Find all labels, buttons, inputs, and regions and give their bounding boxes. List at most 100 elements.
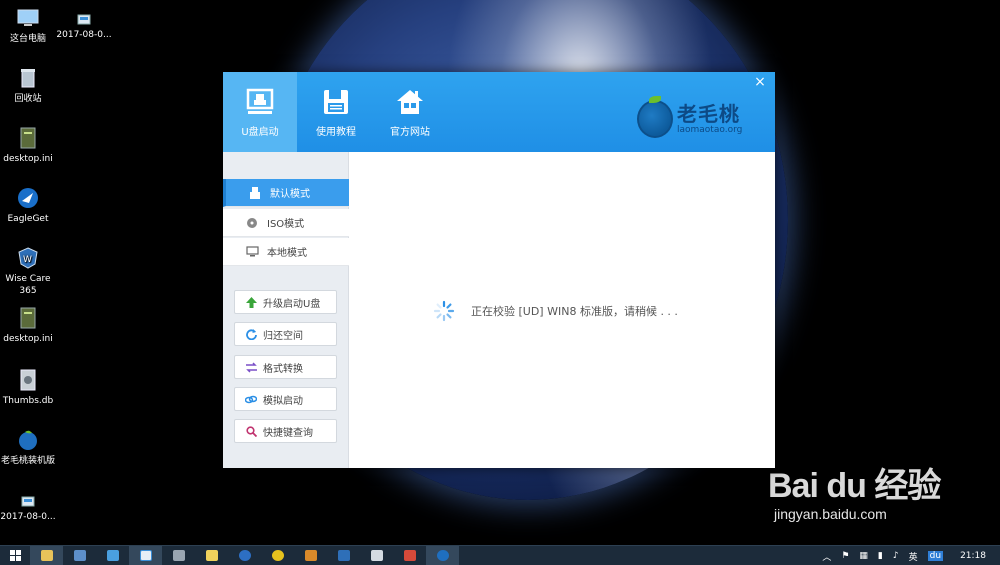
tab-usb-boot[interactable]: U盘启动 — [223, 72, 297, 152]
simulate-boot-button[interactable]: 模拟启动 — [234, 387, 337, 411]
computer-icon — [15, 6, 41, 30]
app-icon — [304, 550, 317, 561]
tab-label: 官方网站 — [390, 127, 430, 138]
app-icon — [172, 550, 185, 561]
tool-label: 归还空间 — [263, 330, 303, 342]
desktop-icon-label: desktop.ini — [3, 154, 53, 164]
taskbar-app-4[interactable] — [162, 546, 195, 565]
tool-label: 模拟启动 — [263, 395, 303, 407]
taskbar-app-8[interactable] — [294, 546, 327, 565]
mode-label: ISO模式 — [267, 219, 305, 230]
app-icon — [73, 550, 86, 561]
taskbar-laomaotao[interactable] — [426, 545, 459, 565]
desktop-icon-label: 老毛桃装机版 — [0, 456, 55, 466]
network-icon[interactable]: ▦ — [859, 551, 868, 561]
mode-iso[interactable]: ISO模式 — [223, 209, 349, 237]
tool-label: 格式转换 — [263, 363, 303, 375]
ini-file-icon — [15, 126, 41, 150]
desktop-icon-label: 2017-08-0... — [0, 512, 56, 522]
system-tray: ︿ ⚑ ▦ ▮ ♪ 英 du 21:18 — [817, 546, 1000, 565]
desktop-icon-folder-2[interactable]: 2017-08-0... — [0, 494, 56, 523]
baidu-jingyan-watermark: Bai du 经验 jingyan.baidu.com — [768, 458, 998, 542]
desktop-icon-label: Wise Care 365 — [5, 274, 51, 296]
desktop-icon-wise-care[interactable]: W Wise Care 365 — [0, 246, 56, 297]
laomaotao-window: U盘启动 使用教程 官方网站 × 老毛桃 laomaotao.org 默认模式 — [223, 72, 775, 468]
laomaotao-logo: 老毛桃 laomaotao.org — [637, 96, 757, 140]
taskbar-app-9[interactable] — [327, 546, 360, 565]
desktop-icon-label: 回收站 — [14, 94, 42, 104]
usb-icon — [248, 186, 262, 199]
desktop-icon-this-pc[interactable]: 这台电脑 — [0, 6, 56, 45]
taskbar-app-6[interactable] — [228, 546, 261, 565]
baidu-input-icon[interactable]: du — [927, 551, 944, 561]
folder-image-icon — [71, 12, 97, 26]
db-file-icon — [15, 368, 41, 392]
watermark-logo: Bai du 经验 — [768, 467, 941, 505]
hotkey-query-button[interactable]: 快捷键查询 — [234, 419, 337, 443]
monitor-icon — [245, 245, 259, 258]
close-button[interactable]: × — [753, 74, 767, 90]
mode-local[interactable]: 本地模式 — [223, 238, 349, 266]
format-convert-button[interactable]: 格式转换 — [234, 355, 337, 379]
desktop-icon-recycle-bin[interactable]: 回收站 — [0, 66, 56, 105]
tab-label: U盘启动 — [241, 127, 279, 138]
mode-default[interactable]: 默认模式 — [223, 179, 355, 207]
sidebar: 默认模式 ISO模式 本地模式 升级启动U盘 归还空间 格式转换 模拟启动 快捷… — [223, 152, 355, 468]
recycle-bin-icon — [15, 66, 41, 90]
floppy-icon — [321, 87, 351, 117]
taskbar-app-5[interactable] — [195, 546, 228, 565]
home-icon — [395, 87, 425, 117]
restore-space-button[interactable]: 归还空间 — [234, 322, 337, 346]
taskbar-app-7[interactable] — [261, 546, 294, 565]
folder-image-icon — [15, 494, 41, 508]
app-icon — [106, 550, 119, 561]
disc-icon — [245, 217, 259, 229]
desktop-icon-label: EagleGet — [7, 214, 49, 224]
clock[interactable]: 21:18 — [960, 551, 986, 561]
start-button[interactable] — [0, 546, 30, 565]
logo-text-en: laomaotao.org — [677, 125, 743, 135]
app-icon — [370, 550, 383, 561]
desktop-icon-eagleget[interactable]: EagleGet — [0, 186, 56, 225]
peach-icon — [637, 96, 673, 138]
desktop-icon-label: desktop.ini — [3, 334, 53, 344]
app-icon — [271, 550, 284, 561]
upgrade-usb-button[interactable]: 升级启动U盘 — [234, 290, 337, 314]
window-header: U盘启动 使用教程 官方网站 × 老毛桃 laomaotao.org — [223, 72, 775, 152]
taskbar-app-11[interactable] — [393, 546, 426, 565]
tool-label: 快捷键查询 — [263, 427, 313, 439]
usb-boot-icon — [245, 87, 275, 117]
laomaotao-icon — [15, 428, 41, 452]
desktop-icon-desktop-ini-2[interactable]: desktop.ini — [0, 306, 56, 345]
desktop-icon-desktop-ini-1[interactable]: desktop.ini — [0, 126, 56, 165]
chevron-up-icon[interactable]: ︿ — [822, 550, 831, 563]
desktop-icon-folder-1[interactable]: 2017-08-0... — [54, 12, 114, 41]
desktop-icon-thumbs-db[interactable]: Thumbs.db — [0, 368, 56, 407]
tab-official-site[interactable]: 官方网站 — [373, 72, 447, 152]
taskbar: ︿ ⚑ ▦ ▮ ♪ 英 du 21:18 — [0, 545, 1000, 565]
logo-text-cn: 老毛桃 — [677, 102, 740, 126]
taskbar-app-1[interactable] — [63, 546, 96, 565]
tab-tutorial[interactable]: 使用教程 — [299, 72, 373, 152]
search-icon — [245, 425, 257, 437]
app-icon — [139, 550, 152, 561]
watermark-url: jingyan.baidu.com — [774, 506, 887, 522]
wisecare-icon: W — [15, 246, 41, 270]
volume-icon[interactable]: ♪ — [893, 551, 899, 561]
taskbar-app-2[interactable] — [96, 546, 129, 565]
svg-text:W: W — [23, 255, 32, 265]
taskbar-app-10[interactable] — [360, 546, 393, 565]
mode-label: 本地模式 — [267, 248, 307, 259]
desktop-icon-laomaotao[interactable]: 老毛桃装机版 — [0, 428, 56, 467]
taskbar-app-3[interactable] — [129, 545, 162, 565]
loading-spinner-icon — [433, 300, 455, 322]
windows-icon — [9, 550, 21, 561]
arrow-up-icon — [245, 296, 257, 308]
desktop-icon-label: Thumbs.db — [2, 396, 54, 406]
battery-icon[interactable]: ▮ — [878, 551, 883, 561]
taskbar-explorer[interactable] — [30, 545, 63, 565]
flag-icon[interactable]: ⚑ — [841, 551, 849, 561]
status-text: 正在校验 [UD] WIN8 标准版，请稍候 . . . — [471, 305, 678, 318]
input-language-indicator[interactable]: 英 — [909, 550, 918, 563]
eagleget-icon — [15, 186, 41, 210]
